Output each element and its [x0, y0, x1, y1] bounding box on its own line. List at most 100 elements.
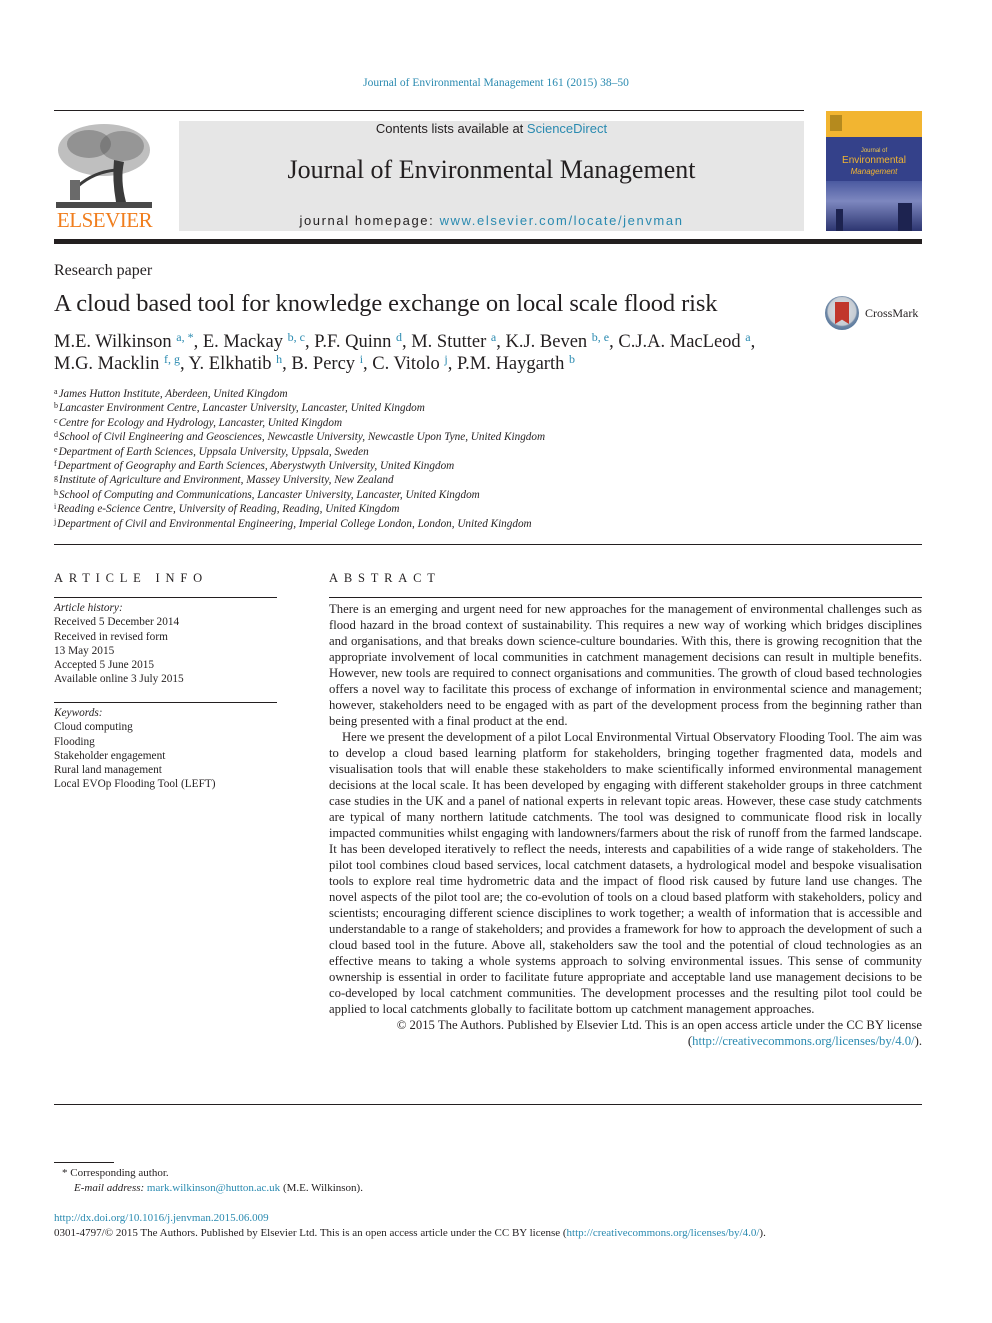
affiliation-key: j — [54, 516, 57, 526]
keywords-block: Keywords: Cloud computing Flooding Stake… — [54, 706, 277, 792]
author-separator: , — [282, 354, 292, 374]
affiliation-text: School of Computing and Communications, … — [59, 488, 480, 501]
author-separator: , — [363, 354, 373, 374]
affiliation-key: g — [54, 473, 58, 483]
section-rule — [54, 544, 922, 545]
author[interactable]: C. Vitolo — [372, 354, 439, 374]
history-item: Received 5 December 2014 — [54, 616, 180, 629]
cc-license-link[interactable]: http://creativecommons.org/licenses/by/4… — [567, 1227, 760, 1239]
author[interactable]: P.M. Haygarth — [457, 354, 564, 374]
abstract-rule — [329, 597, 922, 598]
affiliation-text: Centre for Ecology and Hydrology, Lancas… — [58, 416, 343, 429]
affiliation: fDepartment of Geography and Earth Scien… — [54, 459, 754, 473]
abstract-paragraph: There is an emerging and urgent need for… — [329, 602, 922, 728]
affiliation: dSchool of Civil Engineering and Geoscie… — [54, 430, 754, 444]
crossmark-label: CrossMark — [865, 306, 919, 320]
author-separator: , — [304, 332, 315, 352]
history-item: Available online 3 July 2015 — [54, 673, 184, 686]
doi-link[interactable]: http://dx.doi.org/10.1016/j.jenvman.2015… — [54, 1211, 766, 1226]
journal-homepage-link[interactable]: www.elsevier.com/locate/jenvman — [440, 213, 684, 228]
email-note: E-mail address: mark.wilkinson@hutton.ac… — [62, 1181, 363, 1196]
author-separator: , — [179, 354, 189, 374]
cover-image — [826, 181, 922, 231]
author-separator: , — [609, 332, 619, 352]
issn-text: 0301-4797/© 2015 The Authors. Published … — [54, 1227, 567, 1239]
affiliation: hSchool of Computing and Communications,… — [54, 488, 754, 502]
author[interactable]: E. Mackay — [203, 332, 283, 352]
affiliation-text: Department of Civil and Environmental En… — [57, 517, 532, 530]
email-owner: (M.E. Wilkinson). — [282, 1182, 363, 1194]
author[interactable]: M.G. Macklin — [54, 354, 159, 374]
author-affiliation-marker[interactable]: b, e — [592, 330, 609, 344]
article-info-rule — [54, 597, 277, 598]
author-separator: , — [447, 354, 457, 374]
author[interactable]: P.F. Quinn — [314, 332, 391, 352]
affiliation: iReading e-Science Centre, University of… — [54, 502, 754, 516]
license-link[interactable]: http://creativecommons.org/licenses/by/4… — [692, 1034, 914, 1048]
journal-cover-thumbnail[interactable]: Journal of Environmental Management — [826, 111, 922, 231]
affiliation-text: Department of Earth Sciences, Uppsala Un… — [58, 445, 369, 458]
affiliation-key: c — [54, 415, 58, 425]
author[interactable]: K.J. Beven — [505, 332, 587, 352]
affiliation-text: Reading e-Science Centre, University of … — [57, 503, 400, 516]
author-affiliation-marker[interactable]: b — [569, 352, 575, 366]
affiliation-text: Department of Geography and Earth Scienc… — [57, 460, 455, 473]
author[interactable]: Y. Elkhatib — [189, 354, 272, 374]
corresponding-marker: * — [62, 1167, 68, 1179]
cover-title-line-2: Management — [850, 167, 898, 176]
doi-block: http://dx.doi.org/10.1016/j.jenvman.2015… — [54, 1211, 766, 1241]
affiliation-key: b — [54, 401, 58, 411]
journal-title: Journal of Environmental Management — [287, 155, 696, 184]
author[interactable]: M. Stutter — [411, 332, 486, 352]
author[interactable]: C.J.A. MacLeod — [618, 332, 740, 352]
article-history: Article history: Received 5 December 201… — [54, 601, 277, 687]
author-separator: , — [750, 332, 756, 352]
affiliation-key: i — [54, 502, 57, 512]
article-history-label: Article history: — [54, 602, 123, 614]
journal-masthead: Contents lists available at ScienceDirec… — [179, 121, 804, 231]
contents-line: Contents lists available at ScienceDirec… — [179, 121, 804, 136]
affiliation-text: Lancaster Environment Centre, Lancaster … — [59, 402, 425, 415]
article-info-heading: ARTICLE INFO — [54, 571, 208, 585]
affiliation-text: Institute of Agriculture and Environment… — [59, 474, 394, 487]
affiliation: bLancaster Environment Centre, Lancaster… — [54, 401, 754, 415]
affiliation-list: aJames Hutton Institute, Aberdeen, Unite… — [54, 387, 754, 531]
keyword: Stakeholder engagement — [54, 749, 166, 762]
cover-small-text: Journal of — [860, 148, 888, 154]
corresponding-author-note: * Corresponding author. — [62, 1166, 363, 1181]
abstract-body: There is an emerging and urgent need for… — [329, 601, 922, 1049]
cover-title-line-1: Environmental — [842, 155, 906, 166]
history-item: 13 May 2015 — [54, 644, 115, 657]
elsevier-logo[interactable]: ELSEVIER — [52, 118, 157, 233]
issn-line: 0301-4797/© 2015 The Authors. Published … — [54, 1226, 766, 1241]
author-affiliation-marker[interactable]: a, * — [176, 330, 193, 344]
license-text: © 2015 The Authors. Published by Elsevie… — [396, 1018, 922, 1032]
contents-prefix: Contents lists available at — [375, 121, 527, 136]
author-affiliation-marker[interactable]: f, g — [164, 352, 180, 366]
sciencedirect-link[interactable]: ScienceDirect — [527, 121, 607, 136]
factory-icon — [898, 203, 912, 231]
corresponding-text: Corresponding author. — [70, 1167, 169, 1179]
keyword: Flooding — [54, 735, 95, 748]
abstract-end-rule — [54, 1104, 922, 1105]
author-list: M.E. Wilkinson a, *, E. Mackay b, c, P.F… — [54, 331, 814, 375]
affiliation-text: School of Civil Engineering and Geoscien… — [59, 431, 546, 444]
footnotes: * Corresponding author. E-mail address: … — [62, 1166, 363, 1196]
abstract-heading: ABSTRACT — [329, 571, 441, 585]
author-separator: , — [193, 332, 203, 352]
journal-citation-link[interactable]: Journal of Environmental Management 161 … — [0, 77, 992, 89]
email-link[interactable]: mark.wilkinson@hutton.ac.uk — [147, 1182, 280, 1194]
footnote-rule — [54, 1162, 114, 1163]
author[interactable]: B. Percy — [291, 354, 355, 374]
author[interactable]: M.E. Wilkinson — [54, 332, 172, 352]
affiliation-key: e — [54, 444, 58, 454]
crossmark-button[interactable]: CrossMark — [823, 295, 933, 335]
keywords-label: Keywords: — [54, 707, 103, 719]
author-affiliation-marker[interactable]: b, c — [288, 330, 305, 344]
keyword: Rural land management — [54, 764, 162, 777]
article-title: A cloud based tool for knowledge exchang… — [54, 290, 718, 317]
keyword: Cloud computing — [54, 721, 133, 734]
homepage-prefix: journal homepage: — [299, 213, 440, 228]
affiliation-text: James Hutton Institute, Aberdeen, United… — [58, 388, 288, 400]
affiliation-key: f — [54, 459, 57, 469]
